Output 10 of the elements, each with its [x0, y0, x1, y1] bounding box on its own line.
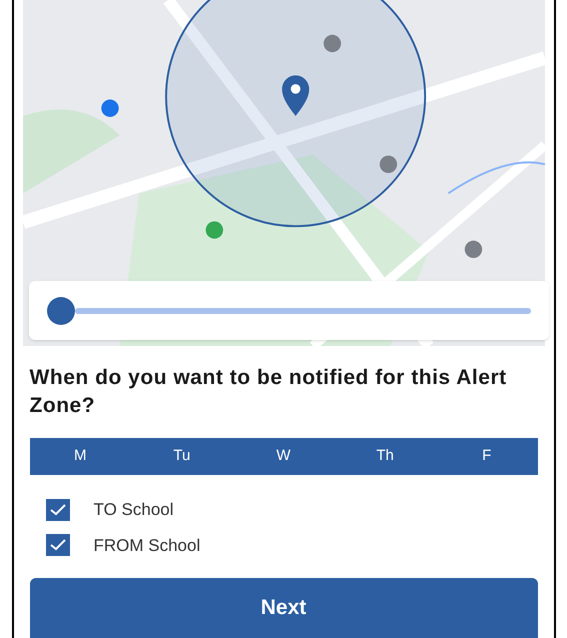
checkbox-label: FROM School [94, 534, 200, 556]
checkbox-label: TO School [94, 499, 174, 521]
checkbox[interactable] [46, 498, 70, 521]
slider-thumb[interactable] [46, 296, 74, 324]
checkbox[interactable] [46, 534, 70, 556]
slider-track[interactable] [74, 308, 530, 314]
checkmark-icon [50, 504, 66, 516]
next-button[interactable]: Next [30, 578, 538, 638]
question-heading: When do you want to be notified for this Alert Zone? [30, 365, 508, 419]
checkmark-icon [50, 539, 66, 552]
